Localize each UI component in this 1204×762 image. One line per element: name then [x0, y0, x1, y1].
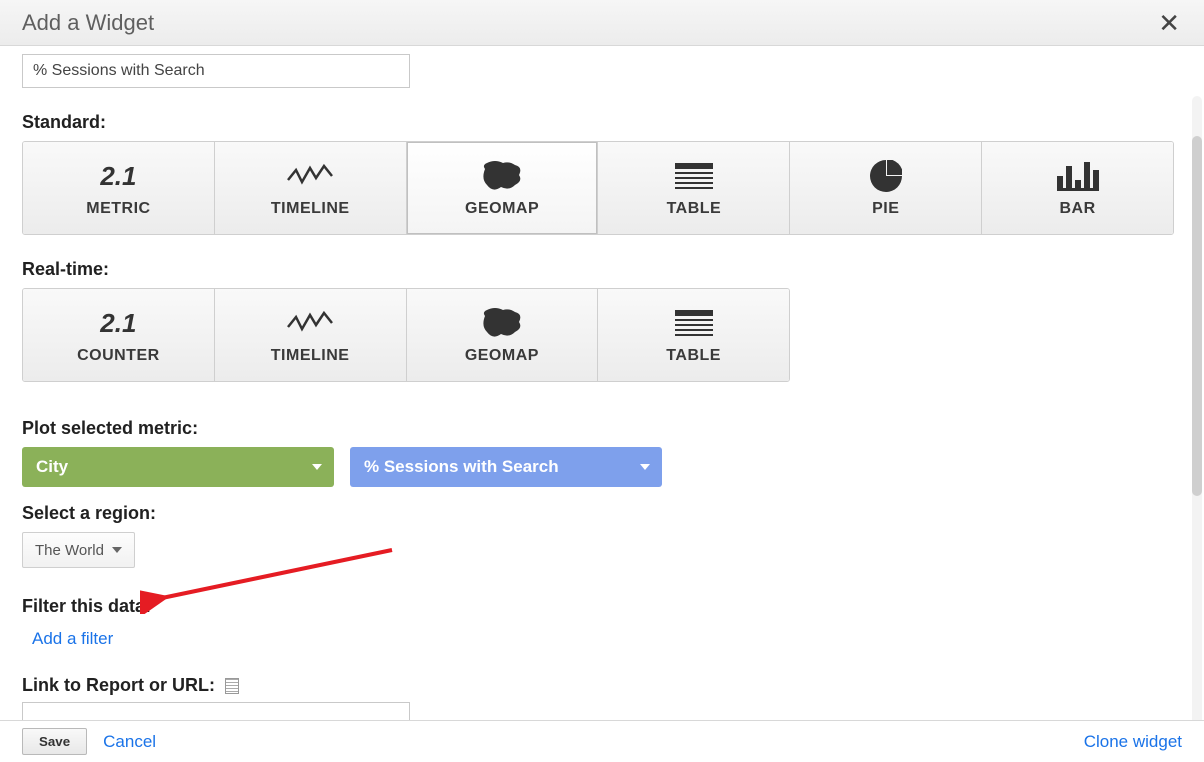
tile-pie[interactable]: PIE	[790, 142, 982, 234]
tile-timeline[interactable]: TIMELINE	[215, 142, 407, 234]
region-select[interactable]: The World	[22, 532, 135, 568]
tile-label: TIMELINE	[271, 347, 350, 365]
tile-label: GEOMAP	[465, 347, 539, 365]
tile-label: GEOMAP	[465, 200, 539, 218]
tile-counter[interactable]: 2.1 COUNTER	[23, 289, 215, 381]
chevron-down-icon	[112, 547, 122, 553]
metric-select[interactable]: % Sessions with Search	[350, 447, 662, 487]
realtime-tile-row: 2.1 COUNTER TIMELINE GEOMAP TABLE	[22, 288, 790, 382]
dialog-body: Standard: 2.1 METRIC TIMELINE GEOMAP TA	[0, 46, 1204, 720]
table-icon	[675, 158, 713, 194]
filter-heading: Filter this data:	[22, 596, 1182, 617]
dimension-value: City	[36, 457, 68, 477]
chevron-down-icon	[312, 464, 322, 470]
tile-label: COUNTER	[77, 347, 160, 365]
tile-geomap[interactable]: GEOMAP	[407, 142, 599, 234]
report-url-input[interactable]	[22, 702, 410, 720]
chevron-down-icon	[640, 464, 650, 470]
tile-table-rt[interactable]: TABLE	[598, 289, 789, 381]
clone-widget-link[interactable]: Clone widget	[1084, 732, 1182, 752]
tile-bar[interactable]: BAR	[982, 142, 1173, 234]
add-filter-link[interactable]: Add a filter	[32, 629, 113, 649]
link-heading: Link to Report or URL:	[22, 675, 215, 696]
standard-tile-row: 2.1 METRIC TIMELINE GEOMAP TABLE	[22, 141, 1174, 235]
widget-name-input[interactable]	[22, 54, 410, 88]
tile-label: PIE	[872, 200, 899, 218]
realtime-heading: Real-time:	[22, 259, 1182, 280]
tile-geomap-rt[interactable]: GEOMAP	[407, 289, 599, 381]
tile-timeline-rt[interactable]: TIMELINE	[215, 289, 407, 381]
tile-label: METRIC	[86, 200, 150, 218]
tile-metric[interactable]: 2.1 METRIC	[23, 142, 215, 234]
save-button[interactable]: Save	[22, 728, 87, 755]
report-icon	[225, 678, 239, 694]
standard-heading: Standard:	[22, 112, 1182, 133]
pie-icon	[870, 158, 902, 194]
timeline-icon	[286, 158, 334, 194]
dimension-select[interactable]: City	[22, 447, 334, 487]
tile-label: TABLE	[667, 200, 722, 218]
cancel-link[interactable]: Cancel	[103, 732, 156, 752]
metric-icon: 2.1	[100, 305, 136, 341]
scrollbar[interactable]	[1192, 96, 1202, 720]
scrollbar-thumb[interactable]	[1192, 136, 1202, 496]
tile-table[interactable]: TABLE	[598, 142, 790, 234]
metric-icon: 2.1	[100, 158, 136, 194]
tile-label: BAR	[1059, 200, 1095, 218]
region-value: The World	[35, 542, 104, 559]
dialog-titlebar: Add a Widget ✕	[0, 0, 1204, 46]
plot-heading: Plot selected metric:	[22, 418, 1182, 439]
dialog-title: Add a Widget	[22, 10, 154, 36]
timeline-icon	[286, 305, 334, 341]
geomap-icon	[479, 158, 525, 194]
tile-label: TIMELINE	[271, 200, 350, 218]
bar-icon	[1057, 158, 1099, 194]
tile-label: TABLE	[666, 347, 721, 365]
region-heading: Select a region:	[22, 503, 1182, 524]
geomap-icon	[479, 305, 525, 341]
table-icon	[675, 305, 713, 341]
metric-value: % Sessions with Search	[364, 457, 559, 477]
dialog-footer: Save Cancel Clone widget	[0, 720, 1204, 762]
close-icon[interactable]: ✕	[1152, 6, 1186, 40]
